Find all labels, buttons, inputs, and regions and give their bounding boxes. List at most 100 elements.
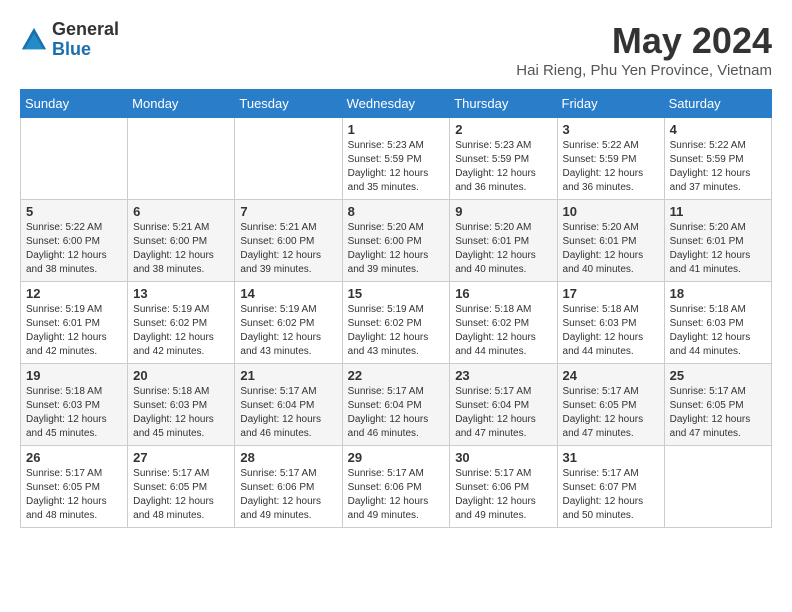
calendar-table: SundayMondayTuesdayWednesdayThursdayFrid… xyxy=(20,89,772,528)
day-info: Sunrise: 5:19 AM Sunset: 6:01 PM Dayligh… xyxy=(26,303,122,359)
day-info: Sunrise: 5:23 AM Sunset: 5:59 PM Dayligh… xyxy=(348,139,445,195)
calendar-cell: 20Sunrise: 5:18 AM Sunset: 6:03 PM Dayli… xyxy=(128,364,235,446)
day-info: Sunrise: 5:21 AM Sunset: 6:00 PM Dayligh… xyxy=(133,221,229,277)
day-number: 24 xyxy=(563,368,659,383)
day-info: Sunrise: 5:19 AM Sunset: 6:02 PM Dayligh… xyxy=(348,303,445,359)
day-info: Sunrise: 5:22 AM Sunset: 5:59 PM Dayligh… xyxy=(563,139,659,195)
calendar-cell xyxy=(128,118,235,200)
calendar-cell: 16 Sunrise: 5:18 AM Sunset: 6:02 PM Dayli… xyxy=(450,282,557,364)
calendar-cell: 5 Sunrise: 5:22 AM Sunset: 6:00 PM Daylig… xyxy=(21,200,128,282)
day-info: Sunrise: 5:17 AM Sunset: 6:05 PM Dayligh… xyxy=(133,467,229,523)
calendar-cell: 27 Sunrise: 5:17 AM Sunset: 6:05 PM Dayli… xyxy=(128,446,235,528)
calendar-cell: 7 Sunrise: 5:21 AM Sunset: 6:00 PM Daylig… xyxy=(235,200,342,282)
day-info: Sunrise: 5:17 AM Sunset: 6:04 PM Dayligh… xyxy=(455,385,551,441)
day-number: 29 xyxy=(348,450,445,465)
month-year-title: May 2024 xyxy=(516,20,772,62)
calendar-body: 1 Sunrise: 5:23 AM Sunset: 5:59 PM Daylig… xyxy=(21,118,772,528)
day-info: Sunrise: 5:17 AM Sunset: 6:06 PM Dayligh… xyxy=(455,467,551,523)
calendar-week-5: 26 Sunrise: 5:17 AM Sunset: 6:05 PM Dayli… xyxy=(21,446,772,528)
calendar-cell: 23Sunrise: 5:17 AM Sunset: 6:04 PM Dayli… xyxy=(450,364,557,446)
day-info: Sunrise: 5:18 AM Sunset: 6:03 PM Dayligh… xyxy=(670,303,766,359)
calendar-cell: 13 Sunrise: 5:19 AM Sunset: 6:02 PM Dayli… xyxy=(128,282,235,364)
day-number: 4 xyxy=(670,122,766,137)
day-number: 26 xyxy=(26,450,122,465)
day-number: 10 xyxy=(563,204,659,219)
header-day-thursday: Thursday xyxy=(450,90,557,118)
calendar-cell: 18 Sunrise: 5:18 AM Sunset: 6:03 PM Dayli… xyxy=(664,282,771,364)
day-number: 16 xyxy=(455,286,551,301)
day-info: Sunrise: 5:17 AM Sunset: 6:06 PM Dayligh… xyxy=(240,467,336,523)
logo[interactable]: General Blue xyxy=(20,20,119,60)
day-number: 3 xyxy=(563,122,659,137)
day-number: 9 xyxy=(455,204,551,219)
calendar-cell: 6Sunrise: 5:21 AM Sunset: 6:00 PM Daylig… xyxy=(128,200,235,282)
calendar-cell: 29 Sunrise: 5:17 AM Sunset: 6:06 PM Dayli… xyxy=(342,446,450,528)
day-info: Sunrise: 5:19 AM Sunset: 6:02 PM Dayligh… xyxy=(133,303,229,359)
location-text: Hai Rieng, Phu Yen Province, Vietnam xyxy=(516,62,772,79)
calendar-cell: 12 Sunrise: 5:19 AM Sunset: 6:01 PM Dayli… xyxy=(21,282,128,364)
day-info: Sunrise: 5:20 AM Sunset: 6:01 PM Dayligh… xyxy=(455,221,551,277)
calendar-cell: 24 Sunrise: 5:17 AM Sunset: 6:05 PM Dayli… xyxy=(557,364,664,446)
day-info: Sunrise: 5:17 AM Sunset: 6:05 PM Dayligh… xyxy=(563,385,659,441)
calendar-cell: 21 Sunrise: 5:17 AM Sunset: 6:04 PM Dayli… xyxy=(235,364,342,446)
calendar-cell: 14Sunrise: 5:19 AM Sunset: 6:02 PM Dayli… xyxy=(235,282,342,364)
day-number: 19 xyxy=(26,368,122,383)
calendar-week-1: 1 Sunrise: 5:23 AM Sunset: 5:59 PM Daylig… xyxy=(21,118,772,200)
header-day-sunday: Sunday xyxy=(21,90,128,118)
calendar-cell: 31 Sunrise: 5:17 AM Sunset: 6:07 PM Dayli… xyxy=(557,446,664,528)
day-number: 7 xyxy=(240,204,336,219)
day-info: Sunrise: 5:17 AM Sunset: 6:06 PM Dayligh… xyxy=(348,467,445,523)
day-number: 5 xyxy=(26,204,122,219)
day-info: Sunrise: 5:20 AM Sunset: 6:01 PM Dayligh… xyxy=(563,221,659,277)
day-number: 25 xyxy=(670,368,766,383)
calendar-cell: 2 Sunrise: 5:23 AM Sunset: 5:59 PM Daylig… xyxy=(450,118,557,200)
day-info: Sunrise: 5:18 AM Sunset: 6:03 PM Dayligh… xyxy=(563,303,659,359)
day-info: Sunrise: 5:20 AM Sunset: 6:01 PM Dayligh… xyxy=(670,221,766,277)
day-number: 28 xyxy=(240,450,336,465)
day-info: Sunrise: 5:22 AM Sunset: 6:00 PM Dayligh… xyxy=(26,221,122,277)
calendar-header: SundayMondayTuesdayWednesdayThursdayFrid… xyxy=(21,90,772,118)
day-info: Sunrise: 5:21 AM Sunset: 6:00 PM Dayligh… xyxy=(240,221,336,277)
day-number: 31 xyxy=(563,450,659,465)
day-info: Sunrise: 5:17 AM Sunset: 6:04 PM Dayligh… xyxy=(240,385,336,441)
day-number: 13 xyxy=(133,286,229,301)
day-info: Sunrise: 5:17 AM Sunset: 6:04 PM Dayligh… xyxy=(348,385,445,441)
calendar-week-2: 5 Sunrise: 5:22 AM Sunset: 6:00 PM Daylig… xyxy=(21,200,772,282)
calendar-cell: 1 Sunrise: 5:23 AM Sunset: 5:59 PM Daylig… xyxy=(342,118,450,200)
calendar-cell: 11 Sunrise: 5:20 AM Sunset: 6:01 PM Dayli… xyxy=(664,200,771,282)
calendar-cell xyxy=(664,446,771,528)
calendar-cell: 15 Sunrise: 5:19 AM Sunset: 6:02 PM Dayli… xyxy=(342,282,450,364)
calendar-cell: 26Sunrise: 5:17 AM Sunset: 6:05 PM Dayli… xyxy=(21,446,128,528)
calendar-cell: 25 Sunrise: 5:17 AM Sunset: 6:05 PM Dayli… xyxy=(664,364,771,446)
header-day-tuesday: Tuesday xyxy=(235,90,342,118)
day-number: 12 xyxy=(26,286,122,301)
day-number: 15 xyxy=(348,286,445,301)
day-info: Sunrise: 5:18 AM Sunset: 6:03 PM Dayligh… xyxy=(26,385,122,441)
calendar-cell xyxy=(235,118,342,200)
day-number: 8 xyxy=(348,204,445,219)
day-number: 17 xyxy=(563,286,659,301)
page-header: General Blue May 2024 Hai Rieng, Phu Yen… xyxy=(20,20,772,79)
day-info: Sunrise: 5:17 AM Sunset: 6:07 PM Dayligh… xyxy=(563,467,659,523)
calendar-cell: 28 Sunrise: 5:17 AM Sunset: 6:06 PM Dayli… xyxy=(235,446,342,528)
day-info: Sunrise: 5:20 AM Sunset: 6:00 PM Dayligh… xyxy=(348,221,445,277)
calendar-cell: 3 Sunrise: 5:22 AM Sunset: 5:59 PM Daylig… xyxy=(557,118,664,200)
day-number: 27 xyxy=(133,450,229,465)
day-number: 18 xyxy=(670,286,766,301)
header-day-monday: Monday xyxy=(128,90,235,118)
day-info: Sunrise: 5:17 AM Sunset: 6:05 PM Dayligh… xyxy=(670,385,766,441)
day-info: Sunrise: 5:23 AM Sunset: 5:59 PM Dayligh… xyxy=(455,139,551,195)
calendar-week-4: 19 Sunrise: 5:18 AM Sunset: 6:03 PM Dayli… xyxy=(21,364,772,446)
day-number: 21 xyxy=(240,368,336,383)
calendar-cell: 22Sunrise: 5:17 AM Sunset: 6:04 PM Dayli… xyxy=(342,364,450,446)
day-info: Sunrise: 5:18 AM Sunset: 6:02 PM Dayligh… xyxy=(455,303,551,359)
logo-general-text: General xyxy=(52,20,119,40)
header-day-wednesday: Wednesday xyxy=(342,90,450,118)
day-number: 1 xyxy=(348,122,445,137)
day-number: 2 xyxy=(455,122,551,137)
day-number: 11 xyxy=(670,204,766,219)
header-day-friday: Friday xyxy=(557,90,664,118)
calendar-cell: 30Sunrise: 5:17 AM Sunset: 6:06 PM Dayli… xyxy=(450,446,557,528)
header-row: SundayMondayTuesdayWednesdayThursdayFrid… xyxy=(21,90,772,118)
header-day-saturday: Saturday xyxy=(664,90,771,118)
